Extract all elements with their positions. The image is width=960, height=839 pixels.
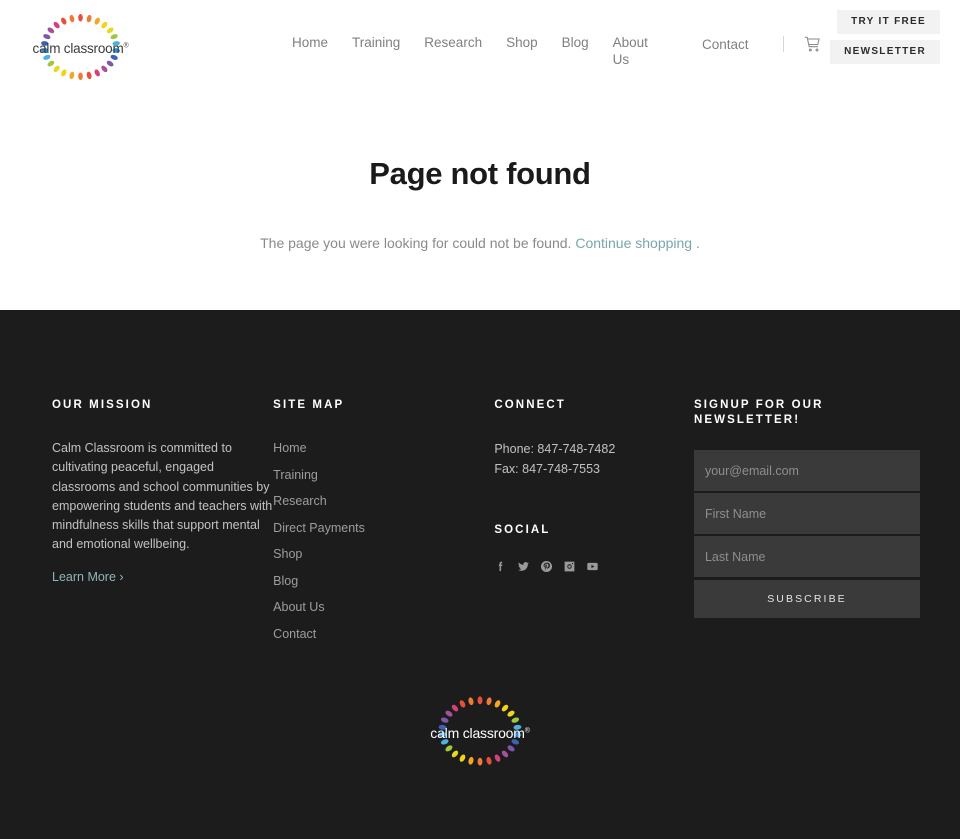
logo-wordmark-text: calm classroom bbox=[32, 41, 124, 56]
footer-logo-registered-mark: ® bbox=[524, 727, 530, 735]
header-cta-group: TRY IT FREE NEWSLETTER bbox=[830, 10, 940, 64]
pinterest-link[interactable] bbox=[540, 560, 553, 573]
not-found-message: The page you were looking for could not … bbox=[0, 232, 960, 254]
youtube-link[interactable] bbox=[586, 560, 599, 573]
list-item: Training bbox=[273, 466, 494, 484]
footer-logo-wordmark-text: calm classroom bbox=[430, 725, 525, 741]
list-item: Blog bbox=[273, 572, 494, 590]
header-logo[interactable]: calm classroom® bbox=[28, 8, 133, 86]
nav-item-home[interactable]: Home bbox=[280, 34, 340, 51]
footer-logo-wordmark: calm classroom® bbox=[425, 725, 535, 741]
shopping-cart-icon bbox=[804, 36, 820, 52]
footer-column-signup: SIGNUP FOR OUR NEWSLETTER! SUBSCRIBE bbox=[693, 398, 920, 651]
not-found-message-suffix: . bbox=[695, 235, 700, 251]
newsletter-last-name-input[interactable] bbox=[693, 536, 920, 577]
facebook-link[interactable] bbox=[494, 560, 507, 573]
continue-shopping-link[interactable]: Continue shopping bbox=[575, 235, 692, 251]
footer-columns: OUR MISSION Calm Classroom is committed … bbox=[0, 398, 960, 651]
pinterest-icon bbox=[541, 560, 553, 573]
list-item: Shop bbox=[273, 545, 494, 563]
nav-item-blog[interactable]: Blog bbox=[550, 34, 601, 51]
social-icon-row bbox=[494, 560, 694, 573]
instagram-link[interactable] bbox=[563, 560, 576, 573]
header-divider bbox=[782, 36, 784, 52]
nav-item-shop[interactable]: Shop bbox=[494, 34, 550, 51]
list-item: Research bbox=[273, 492, 494, 510]
footer-link-blog[interactable]: Blog bbox=[273, 574, 298, 588]
site-map-heading: SITE MAP bbox=[273, 399, 345, 411]
sitemap-link-list: Home Training Research Direct Payments S… bbox=[273, 439, 494, 643]
site-footer: OUR MISSION Calm Classroom is committed … bbox=[0, 310, 960, 839]
youtube-icon bbox=[587, 562, 599, 571]
connect-heading: CONNECT bbox=[494, 399, 566, 411]
list-item: Direct Payments bbox=[273, 519, 494, 537]
nav-item-research[interactable]: Research bbox=[412, 34, 494, 51]
footer-link-research[interactable]: Research bbox=[273, 494, 327, 508]
phone-number: Phone: 847-748-7482 bbox=[494, 442, 616, 456]
site-header: calm classroom® Home Training Research S… bbox=[0, 0, 960, 92]
footer-link-contact[interactable]: Contact bbox=[273, 627, 316, 641]
logo-registered-mark: ® bbox=[123, 42, 129, 50]
main-content: Page not found The page you were looking… bbox=[0, 92, 960, 310]
social-heading: SOCIAL bbox=[494, 524, 551, 536]
newsletter-button[interactable]: NEWSLETTER bbox=[830, 40, 940, 64]
footer-link-shop[interactable]: Shop bbox=[273, 547, 302, 561]
cart-button[interactable] bbox=[794, 34, 822, 54]
nav-item-training[interactable]: Training bbox=[340, 34, 412, 51]
footer-column-connect: CONNECT Phone: 847-748-7482 Fax: 847-748… bbox=[494, 398, 694, 651]
page-title: Page not found bbox=[369, 156, 591, 191]
instagram-icon bbox=[564, 561, 575, 572]
list-item: Contact bbox=[273, 625, 494, 643]
footer-column-mission: OUR MISSION Calm Classroom is committed … bbox=[52, 398, 273, 651]
main-navigation: Home Training Research Shop Blog About U… bbox=[280, 34, 648, 68]
header-right-group: Contact bbox=[690, 34, 822, 54]
list-item: Home bbox=[273, 439, 494, 457]
footer-link-direct-payments[interactable]: Direct Payments bbox=[273, 521, 365, 535]
newsletter-first-name-input[interactable] bbox=[693, 493, 920, 534]
footer-logo[interactable]: calm classroom® bbox=[425, 690, 535, 772]
footer-column-sitemap: SITE MAP Home Training Research Direct P… bbox=[273, 398, 494, 651]
footer-link-home[interactable]: Home bbox=[273, 441, 306, 455]
nav-item-about-us[interactable]: About Us bbox=[601, 34, 648, 68]
subscribe-button[interactable]: SUBSCRIBE bbox=[693, 580, 920, 618]
footer-link-training[interactable]: Training bbox=[273, 468, 318, 482]
learn-more-link[interactable]: Learn More › bbox=[52, 570, 124, 584]
newsletter-email-input[interactable] bbox=[693, 450, 920, 491]
facebook-icon bbox=[499, 561, 503, 572]
logo-wordmark: calm classroom® bbox=[28, 41, 133, 56]
not-found-message-text: The page you were looking for could not … bbox=[260, 235, 572, 251]
fax-number: Fax: 847-748-7553 bbox=[494, 462, 600, 476]
twitter-link[interactable] bbox=[517, 560, 530, 573]
newsletter-signup-heading: SIGNUP FOR OUR NEWSLETTER! bbox=[693, 399, 824, 426]
mission-text: Calm Classroom is committed to cultivati… bbox=[52, 441, 273, 552]
nav-item-contact[interactable]: Contact bbox=[690, 36, 761, 53]
our-mission-heading: OUR MISSION bbox=[52, 399, 153, 411]
list-item: About Us bbox=[273, 598, 494, 616]
twitter-icon bbox=[518, 562, 530, 571]
footer-link-about-us[interactable]: About Us bbox=[273, 600, 324, 614]
try-it-free-button[interactable]: TRY IT FREE bbox=[837, 10, 940, 34]
